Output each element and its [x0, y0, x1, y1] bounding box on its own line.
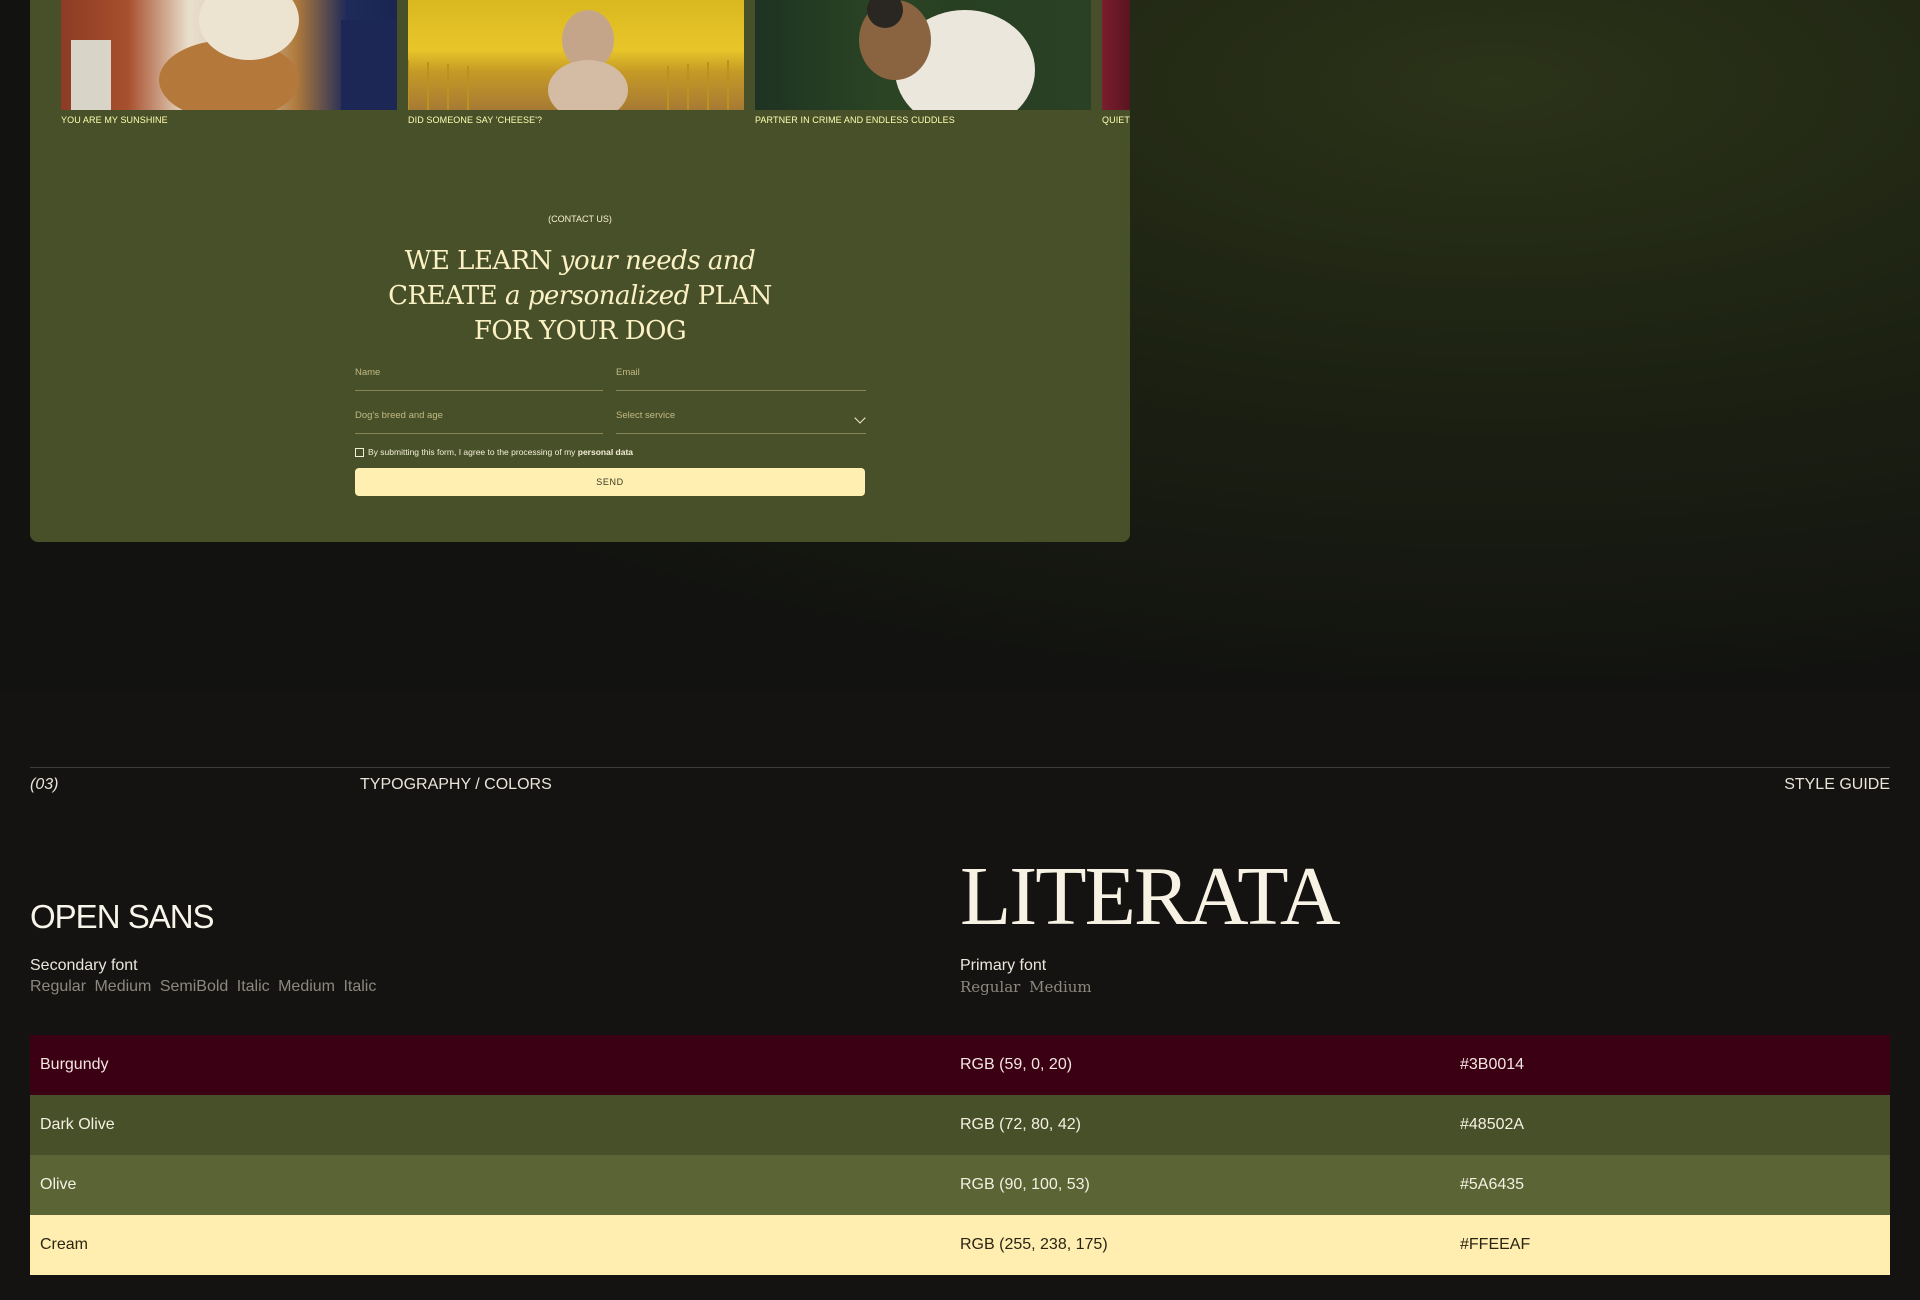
- color-swatch-row: Cream RGB (255, 238, 175) #FFEEAF: [30, 1215, 1890, 1275]
- personal-data-link[interactable]: personal data: [578, 447, 633, 457]
- service-placeholder: Select service: [616, 410, 676, 421]
- gallery-caption-3: PARTNER IN CRIME AND ENDLESS CUDDLES: [755, 115, 955, 125]
- gallery-photo-2: [408, 0, 744, 110]
- color-name: Burgundy: [40, 1056, 109, 1073]
- chevron-down-icon: [854, 412, 866, 424]
- color-swatch-row: Olive RGB (90, 100, 53) #5A6435: [30, 1155, 1890, 1215]
- consent-text: By submitting this form, I agree to the …: [368, 447, 633, 457]
- style-guide-label: STYLE GUIDE: [1784, 776, 1890, 793]
- dog-breed-age-field[interactable]: Dog's breed and age: [355, 408, 603, 434]
- headline-part-italic: a personalized: [505, 281, 690, 311]
- section-number: (03): [30, 776, 59, 793]
- secondary-font-name: OPEN SANS: [30, 898, 215, 935]
- service-select[interactable]: Select service: [616, 408, 866, 434]
- color-rgb: RGB (90, 100, 53): [960, 1176, 1090, 1193]
- headline-part: FOR YOUR DOG: [473, 316, 687, 346]
- color-swatch-row: Dark Olive RGB (72, 80, 42) #48502A: [30, 1095, 1890, 1155]
- color-name: Cream: [40, 1236, 89, 1253]
- primary-font-weights: Regular Medium: [960, 978, 1092, 996]
- color-swatch-row: Burgundy RGB (59, 0, 20) #3B0014: [30, 1035, 1890, 1095]
- color-rgb: RGB (72, 80, 42): [960, 1116, 1081, 1133]
- presentation-top-area: YOU ARE MY SUNSHINE DID SOMEONE SAY 'CHE…: [0, 0, 1920, 692]
- color-name: Olive: [40, 1176, 77, 1193]
- gallery-caption-1: YOU ARE MY SUNSHINE: [61, 115, 168, 125]
- primary-font-role: Primary font: [960, 957, 1047, 974]
- consent-label: By submitting this form, I agree to the …: [368, 447, 578, 457]
- consent-row: By submitting this form, I agree to the …: [355, 447, 633, 457]
- headline-part: PLAN: [689, 281, 773, 311]
- consent-checkbox[interactable]: [355, 447, 364, 457]
- color-rgb: RGB (255, 238, 175): [960, 1236, 1108, 1253]
- gallery-photo-1: [61, 0, 397, 110]
- color-hex: #5A6435: [1460, 1176, 1525, 1193]
- headline-part-italic: your needs and: [559, 246, 756, 276]
- primary-font-name: LITERATA: [960, 850, 1341, 943]
- secondary-font-role: Secondary font: [30, 957, 138, 974]
- color-hex: #48502A: [1460, 1116, 1525, 1133]
- email-field[interactable]: Email: [616, 365, 866, 391]
- color-name: Dark Olive: [40, 1116, 115, 1133]
- color-hex: #FFEEAF: [1460, 1236, 1531, 1253]
- contact-eyebrow: (CONTACT US): [548, 214, 612, 224]
- website-mockup-contact-section: YOU ARE MY SUNSHINE DID SOMEONE SAY 'CHE…: [30, 0, 1130, 542]
- color-rgb: RGB (59, 0, 20): [960, 1056, 1073, 1073]
- name-field[interactable]: Name: [355, 365, 603, 391]
- name-placeholder: Name: [355, 367, 381, 378]
- section-title: TYPOGRAPHY / COLORS: [360, 776, 552, 793]
- send-button[interactable]: SEND: [355, 468, 865, 496]
- secondary-font-weights: Regular Medium SemiBold Italic Medium It…: [30, 978, 377, 995]
- contact-headline: WE LEARN your needs and CREATE a persona…: [30, 244, 1130, 349]
- color-hex: #3B0014: [1460, 1056, 1525, 1073]
- headline-part: WE LEARN: [404, 246, 560, 276]
- gallery-caption-4: QUIET: [1102, 115, 1130, 125]
- section-divider: [30, 767, 1890, 768]
- headline-part: CREATE: [388, 281, 505, 311]
- breed-placeholder: Dog's breed and age: [355, 410, 443, 421]
- gallery-photo-3: [755, 0, 1091, 110]
- email-placeholder: Email: [616, 367, 640, 378]
- gallery-caption-2: DID SOMEONE SAY 'CHEESE'?: [408, 115, 543, 125]
- gallery-photo-4: [1102, 0, 1130, 110]
